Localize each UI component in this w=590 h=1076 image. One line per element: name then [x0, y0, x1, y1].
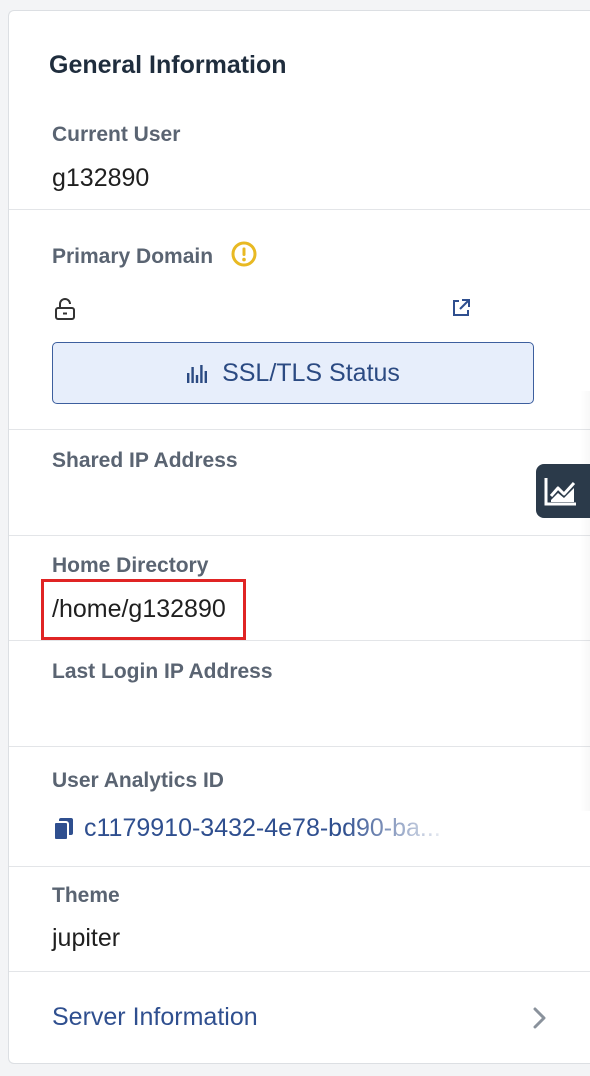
user-analytics-id-label: User Analytics ID [52, 769, 224, 792]
server-information-link[interactable]: Server Information [9, 973, 590, 1065]
external-link-icon[interactable] [450, 297, 472, 319]
last-login-ip-label: Last Login IP Address [52, 660, 273, 683]
ssl-tls-status-button[interactable]: SSL/TLS Status [52, 342, 534, 404]
warning-circle-icon[interactable] [231, 241, 257, 267]
unlocked-icon [55, 298, 75, 320]
divider [9, 866, 590, 867]
divider [9, 640, 590, 641]
analytics-side-tab[interactable] [536, 464, 590, 518]
current-user-label: Current User [52, 123, 181, 146]
user-analytics-id-value[interactable]: c1179910-3432-4e78-bd90-ba... [84, 814, 454, 843]
copy-icon[interactable] [53, 817, 75, 841]
divider [9, 209, 590, 210]
chevron-right-icon [533, 1007, 546, 1029]
current-user-value: g132890 [52, 164, 150, 192]
panel-title: General Information [49, 51, 287, 79]
divider [9, 535, 590, 536]
divider [9, 429, 590, 430]
general-information-panel: General Information Current User g132890… [8, 10, 590, 1064]
theme-value: jupiter [52, 924, 121, 952]
home-directory-highlight [41, 579, 246, 640]
divider [9, 746, 590, 747]
theme-label: Theme [52, 884, 120, 907]
shared-ip-label: Shared IP Address [52, 449, 238, 472]
ssl-tls-status-label: SSL/TLS Status [222, 358, 400, 387]
divider [9, 971, 590, 972]
bar-chart-icon [187, 365, 208, 383]
home-directory-label: Home Directory [52, 554, 209, 577]
line-chart-icon [544, 478, 576, 506]
panel-edge-shadow [580, 391, 590, 811]
server-information-label: Server Information [52, 1003, 258, 1031]
primary-domain-label: Primary Domain [52, 245, 214, 268]
